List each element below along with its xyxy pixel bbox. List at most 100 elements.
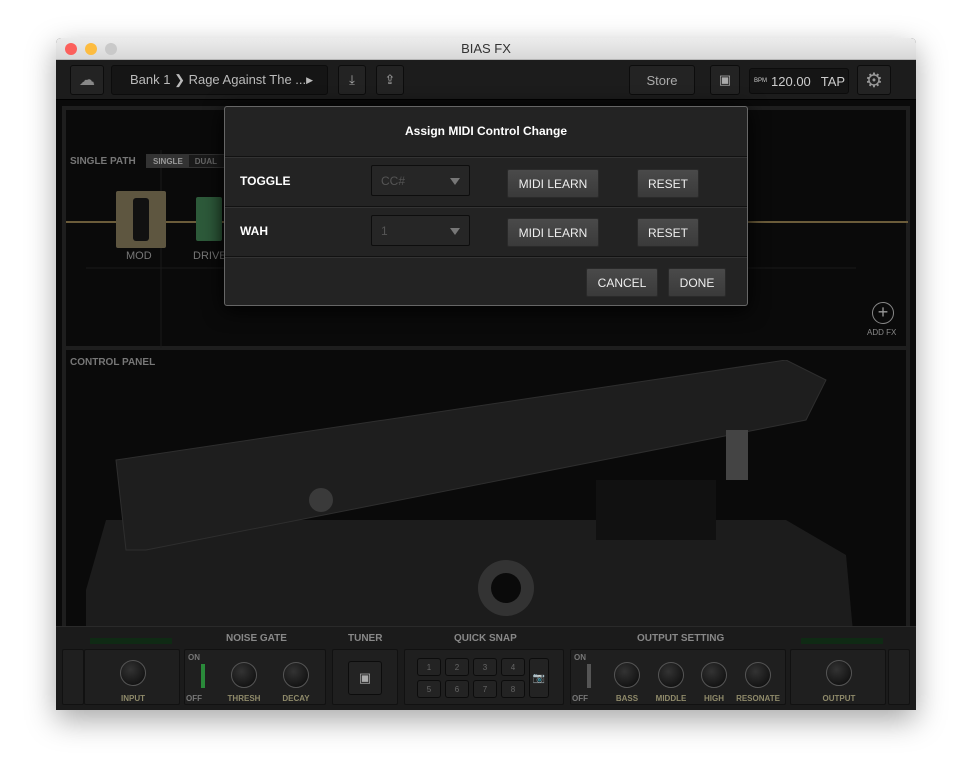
path-single-button[interactable]: SINGLE bbox=[147, 155, 189, 167]
thresh-knob[interactable] bbox=[231, 662, 257, 688]
play-icon: ▶ bbox=[306, 74, 313, 85]
thresh-label: THRESH bbox=[227, 694, 261, 703]
high-knob[interactable] bbox=[701, 662, 727, 688]
output-setting-header: OUTPUT SETTING bbox=[637, 633, 725, 644]
middle-knob[interactable] bbox=[658, 662, 684, 688]
output-knob[interactable] bbox=[826, 660, 852, 686]
preset-selector[interactable]: Bank 1 ❯ Rage Against The ... ▶ bbox=[111, 65, 328, 95]
dialog-footer: CANCEL DONE bbox=[225, 256, 747, 306]
window-title: BIAS FX bbox=[461, 41, 511, 56]
add-fx-label: ADD FX bbox=[867, 328, 897, 337]
tap-button[interactable]: TAP bbox=[821, 74, 845, 89]
snapshot-camera-button[interactable]: 📷 bbox=[529, 658, 549, 698]
tuner-section: ▣ bbox=[332, 649, 398, 705]
minimize-button[interactable] bbox=[85, 43, 97, 55]
input-knob[interactable] bbox=[120, 660, 146, 686]
output-section: OUTPUT bbox=[790, 649, 886, 705]
tuner-icon: ▣ bbox=[358, 670, 372, 685]
quick-snap-header: QUICK SNAP bbox=[454, 633, 517, 644]
midi-learn-button[interactable]: MIDI LEARN bbox=[507, 169, 599, 198]
snap-slot-8[interactable]: 8 bbox=[501, 680, 525, 698]
dropdown-arrow-icon bbox=[450, 178, 460, 185]
drive-label: DRIVE bbox=[193, 250, 227, 262]
output-setting-section: ON OFF BASS MIDDLE HIGH RESONATE bbox=[570, 649, 786, 705]
cc-select[interactable]: CC# bbox=[371, 165, 470, 196]
button-label: CANCEL bbox=[597, 275, 647, 290]
bpm-display: BPM 120.00 TAP bbox=[749, 68, 849, 94]
input-label: INPUT bbox=[121, 694, 145, 703]
cloud-icon: ☁ bbox=[79, 72, 95, 89]
quick-snap-section: 1234 5678 📷 bbox=[404, 649, 564, 705]
share-icon: ⇪ bbox=[384, 72, 396, 87]
snap-slot-2[interactable]: 2 bbox=[445, 658, 469, 676]
close-button[interactable] bbox=[65, 43, 77, 55]
pedal-button[interactable]: ▣ bbox=[710, 65, 740, 95]
gate-toggle[interactable] bbox=[201, 664, 205, 688]
camera-icon: 📷 bbox=[532, 672, 546, 684]
done-button[interactable]: DONE bbox=[668, 268, 726, 297]
button-label: RESET bbox=[647, 225, 688, 240]
resonate-label: RESONATE bbox=[736, 694, 780, 703]
button-label: MIDI LEARN bbox=[518, 225, 588, 240]
dropdown-arrow-icon bbox=[450, 228, 460, 235]
decay-knob[interactable] bbox=[283, 662, 309, 688]
wah-pedal-image[interactable] bbox=[86, 360, 886, 665]
app-window: BIAS FX ☁ Bank 1 ❯ Rage Against The ... ▶… bbox=[56, 38, 916, 710]
import-button[interactable]: ⤓ bbox=[338, 65, 366, 95]
path-dual-button[interactable]: DUAL bbox=[189, 155, 223, 167]
cc-value: CC# bbox=[381, 174, 406, 188]
reset-button[interactable]: RESET bbox=[637, 218, 699, 247]
store-button[interactable]: Store bbox=[629, 65, 695, 95]
input-meter bbox=[90, 638, 172, 644]
bpm-value[interactable]: 120.00 bbox=[771, 74, 811, 89]
button-label: DONE bbox=[679, 275, 715, 290]
bottom-control-bar: NOISE GATE TUNER QUICK SNAP OUTPUT SETTI… bbox=[56, 626, 916, 710]
snap-slot-4[interactable]: 4 bbox=[501, 658, 525, 676]
tuner-header: TUNER bbox=[348, 633, 383, 644]
noise-gate-section: ON OFF THRESH DECAY bbox=[184, 649, 326, 705]
midi-row-wah: WAH 1 MIDI LEARN RESET bbox=[225, 206, 747, 256]
gear-icon: ⚙ bbox=[865, 69, 883, 92]
button-label: MIDI LEARN bbox=[518, 176, 588, 191]
row-label: TOGGLE bbox=[240, 174, 291, 188]
download-icon: ⤓ bbox=[349, 72, 355, 87]
midi-learn-button[interactable]: MIDI LEARN bbox=[507, 218, 599, 247]
noise-gate-header: NOISE GATE bbox=[226, 633, 287, 644]
snap-slot-6[interactable]: 6 bbox=[445, 680, 469, 698]
mod-pedal-slot[interactable] bbox=[116, 191, 166, 248]
settings-button[interactable]: ⚙ bbox=[857, 65, 891, 95]
input-jack-panel bbox=[62, 649, 84, 705]
cc-value: 1 bbox=[381, 224, 388, 238]
output-toggle[interactable] bbox=[587, 664, 591, 688]
resonate-knob[interactable] bbox=[745, 662, 771, 688]
row-label: WAH bbox=[240, 224, 268, 238]
decay-label: DECAY bbox=[282, 694, 310, 703]
cc-select[interactable]: 1 bbox=[371, 215, 470, 246]
toolbar: ☁ Bank 1 ❯ Rage Against The ... ▶ ⤓ ⇪ Sto… bbox=[56, 60, 916, 100]
snap-slot-7[interactable]: 7 bbox=[473, 680, 497, 698]
gate-on-label: ON bbox=[188, 653, 200, 662]
output-jack-panel bbox=[888, 649, 910, 705]
zoom-button[interactable] bbox=[105, 43, 117, 55]
assign-midi-dialog: Assign MIDI Control Change TOGGLE CC# MI… bbox=[224, 106, 748, 306]
path-label: SINGLE PATH bbox=[70, 156, 136, 167]
mod-label: MOD bbox=[126, 250, 152, 262]
cancel-button[interactable]: CANCEL bbox=[586, 268, 658, 297]
cloud-button[interactable]: ☁ bbox=[70, 65, 104, 95]
snap-slot-3[interactable]: 3 bbox=[473, 658, 497, 676]
drive-pedal-slot[interactable] bbox=[196, 197, 222, 241]
share-button[interactable]: ⇪ bbox=[376, 65, 404, 95]
bass-knob[interactable] bbox=[614, 662, 640, 688]
plus-icon: + bbox=[877, 302, 889, 322]
tuner-button[interactable]: ▣ bbox=[348, 661, 382, 695]
pedal-icon: ▣ bbox=[718, 72, 732, 87]
title-bar: BIAS FX bbox=[56, 38, 916, 60]
midi-row-toggle: TOGGLE CC# MIDI LEARN RESET bbox=[225, 156, 747, 206]
snap-slot-1[interactable]: 1 bbox=[417, 658, 441, 676]
add-fx-button[interactable]: + bbox=[872, 302, 894, 324]
store-label: Store bbox=[646, 72, 678, 88]
output-meter bbox=[801, 638, 883, 644]
reset-button[interactable]: RESET bbox=[637, 169, 699, 198]
snap-slot-5[interactable]: 5 bbox=[417, 680, 441, 698]
output-on-label: ON bbox=[574, 653, 586, 662]
